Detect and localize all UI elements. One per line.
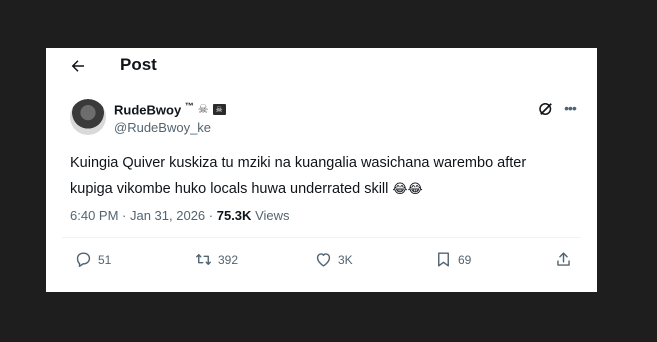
views-count: 75.3K [216, 208, 252, 223]
views-label: Views [255, 208, 290, 223]
reply-count: 51 [98, 252, 112, 267]
heart-icon [316, 253, 331, 267]
bookmark-count: 69 [458, 252, 472, 267]
bookmark-icon [438, 252, 449, 267]
post-header: Post [46, 48, 597, 84]
back-button[interactable] [66, 54, 90, 78]
repost-count: 392 [218, 252, 239, 267]
post-text: Kuingia Quiver kuskiza tu mziki na kuang… [70, 151, 570, 202]
author-name-row: RudeBwoy ™ ☠ ☠ [114, 101, 226, 117]
pirate-flag-icon: ☠ [212, 103, 226, 115]
post-date[interactable]: Jan 31, 2026 [130, 208, 205, 223]
author-handle[interactable]: @RudeBwoy_ke [114, 120, 211, 135]
post-time[interactable]: 6:40 PM [70, 208, 118, 223]
more-options-icon[interactable]: ••• [560, 98, 580, 118]
display-name-text: RudeBwoy [114, 102, 182, 118]
grok-icon[interactable] [537, 100, 555, 118]
like-count: 3K [338, 252, 353, 267]
repost-icon [196, 254, 211, 265]
bookmark-button[interactable]: 69 [434, 250, 471, 269]
post-body: Kuingia Quiver kuskiza tu mziki na kuang… [70, 155, 527, 197]
divider [62, 237, 581, 238]
meta-separator-2: · [205, 208, 217, 223]
meta-separator: · [118, 208, 130, 223]
trademark-symbol: ™ [184, 101, 194, 111]
back-arrow-icon [71, 60, 84, 72]
action-bar: 51 392 3K 69 [46, 250, 597, 274]
skull-crossbones-icon: ☠ [197, 102, 209, 117]
reply-button[interactable]: 51 [74, 250, 111, 269]
like-button[interactable]: 3K [314, 250, 353, 269]
display-name[interactable]: RudeBwoy ™ [114, 101, 194, 117]
avatar[interactable] [70, 99, 106, 135]
post-card: Post RudeBwoy ™ ☠ ☠ @RudeBwoy_ke ••• Kui… [46, 48, 597, 292]
share-icon [557, 252, 570, 266]
page-title: Post [120, 55, 157, 74]
post-meta: 6:40 PM · Jan 31, 2026 · 75.3K Views [70, 208, 290, 223]
repost-button[interactable]: 392 [194, 250, 238, 269]
share-button[interactable] [554, 250, 573, 269]
reply-icon [76, 252, 91, 267]
laughing-emoji: 😂😂 [392, 181, 423, 196]
